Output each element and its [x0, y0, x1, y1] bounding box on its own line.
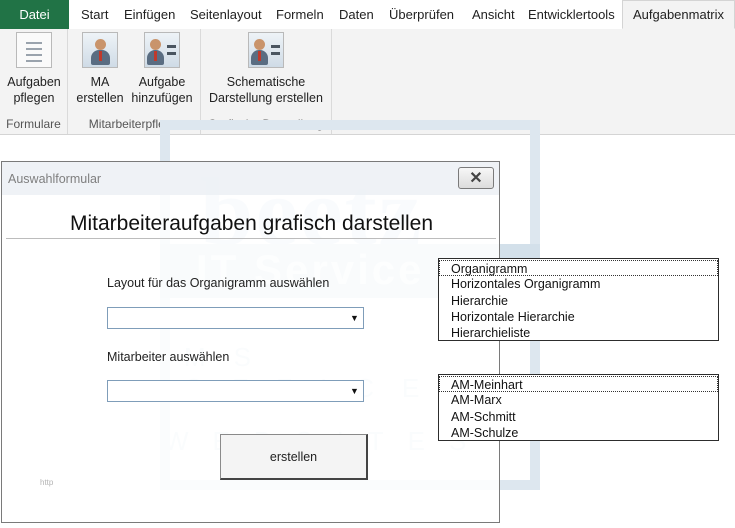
group-label-formulare: Formulare: [6, 117, 61, 131]
schematische-darstellung-button[interactable]: Schematische Darstellung erstellen: [203, 32, 329, 106]
close-icon: ✕: [469, 170, 483, 187]
list-item[interactable]: AM-Marx: [439, 392, 718, 408]
dialog-heading: Mitarbeiteraufgaben grafisch darstellen: [70, 212, 434, 235]
dialog-title-bar: Auswahlformular ✕: [2, 162, 499, 195]
tab-aufgabenmatrix[interactable]: Aufgabenmatrix: [622, 0, 735, 29]
aufgabe-hinzufuegen-label-2: hinzufügen: [131, 91, 193, 105]
ma-erstellen-label-2: erstellen: [76, 91, 124, 105]
ma-erstellen-label-1: MA: [90, 75, 110, 89]
tab-formeln[interactable]: Formeln: [276, 0, 324, 29]
layout-options-list[interactable]: Organigramm Horizontales Organigramm Hie…: [438, 258, 719, 341]
person-icon: [82, 32, 118, 68]
aufgaben-pflegen-label-2: pflegen: [13, 91, 55, 105]
org-chart-icon: [248, 32, 284, 68]
auswahlformular-dialog: Auswahlformular ✕ Mitarbeiteraufgaben gr…: [1, 161, 500, 523]
group-mitarbeiterpflege: MA erstellen Aufgabe hinzufügen Mitarbei…: [67, 29, 201, 134]
footer-text: http: [40, 478, 54, 487]
layout-combobox[interactable]: ▼: [107, 307, 364, 329]
chevron-down-icon[interactable]: ▼: [346, 381, 363, 401]
document-icon: [16, 32, 52, 68]
tab-entwicklertools[interactable]: Entwicklertools: [528, 0, 615, 29]
tab-daten[interactable]: Daten: [339, 0, 374, 29]
ma-erstellen-button[interactable]: MA erstellen: [72, 32, 128, 106]
list-item[interactable]: Horizontale Hierarchie: [439, 309, 718, 325]
dialog-title: Auswahlformular: [8, 172, 102, 186]
aufgaben-pflegen-button[interactable]: Aufgaben pflegen: [3, 32, 65, 106]
close-button[interactable]: ✕: [458, 167, 494, 189]
person-card-icon: [144, 32, 180, 68]
aufgaben-pflegen-label-1: Aufgaben: [7, 75, 61, 89]
ribbon-tab-bar: Datei Start Einfügen Seitenlayout Formel…: [0, 0, 735, 30]
schematische-darstellung-label-1: Schematische: [226, 75, 306, 89]
tab-seitenlayout[interactable]: Seitenlayout: [190, 0, 262, 29]
tab-file[interactable]: Datei: [0, 0, 69, 29]
tab-einfuegen[interactable]: Einfügen: [124, 0, 175, 29]
tab-ueberpruefen[interactable]: Überprüfen: [389, 0, 454, 29]
aufgabe-hinzufuegen-label-1: Aufgabe: [138, 75, 186, 89]
list-item[interactable]: Horizontales Organigramm: [439, 276, 718, 292]
list-item[interactable]: Organigramm: [439, 260, 718, 277]
list-item[interactable]: Hierarchie: [439, 293, 718, 309]
employee-combobox[interactable]: ▼: [107, 380, 364, 402]
list-item[interactable]: AM-Schulze: [439, 425, 718, 441]
list-item[interactable]: Hierarchieliste: [439, 325, 718, 341]
group-grafische-darstellung: Schematische Darstellung erstellen Grafi…: [200, 29, 332, 134]
tab-ansicht[interactable]: Ansicht: [472, 0, 515, 29]
tab-start[interactable]: Start: [81, 0, 108, 29]
list-item[interactable]: AM-Schmitt: [439, 409, 718, 425]
chevron-down-icon[interactable]: ▼: [346, 308, 363, 328]
group-label-mitarbeiterpflege: Mitarbeiterpflege: [88, 117, 179, 131]
employee-label: Mitarbeiter auswählen: [107, 350, 230, 364]
ribbon-panel: Aufgaben pflegen Formulare MA erstellen …: [0, 29, 735, 135]
group-label-grafische-darstellung: Grafische Darstellung: [207, 117, 324, 131]
layout-label: Layout für das Organigramm auswählen: [107, 276, 330, 290]
list-item[interactable]: AM-Meinhart: [439, 376, 718, 393]
employee-options-list[interactable]: AM-Meinhart AM-Marx AM-Schmitt AM-Schulz…: [438, 374, 719, 441]
group-formulare: Aufgaben pflegen Formulare: [0, 29, 68, 134]
schematische-darstellung-label-2: Darstellung erstellen: [209, 91, 323, 105]
aufgabe-hinzufuegen-button[interactable]: Aufgabe hinzufügen: [129, 32, 195, 106]
heading-divider: [6, 238, 496, 239]
erstellen-button[interactable]: erstellen: [220, 434, 368, 480]
